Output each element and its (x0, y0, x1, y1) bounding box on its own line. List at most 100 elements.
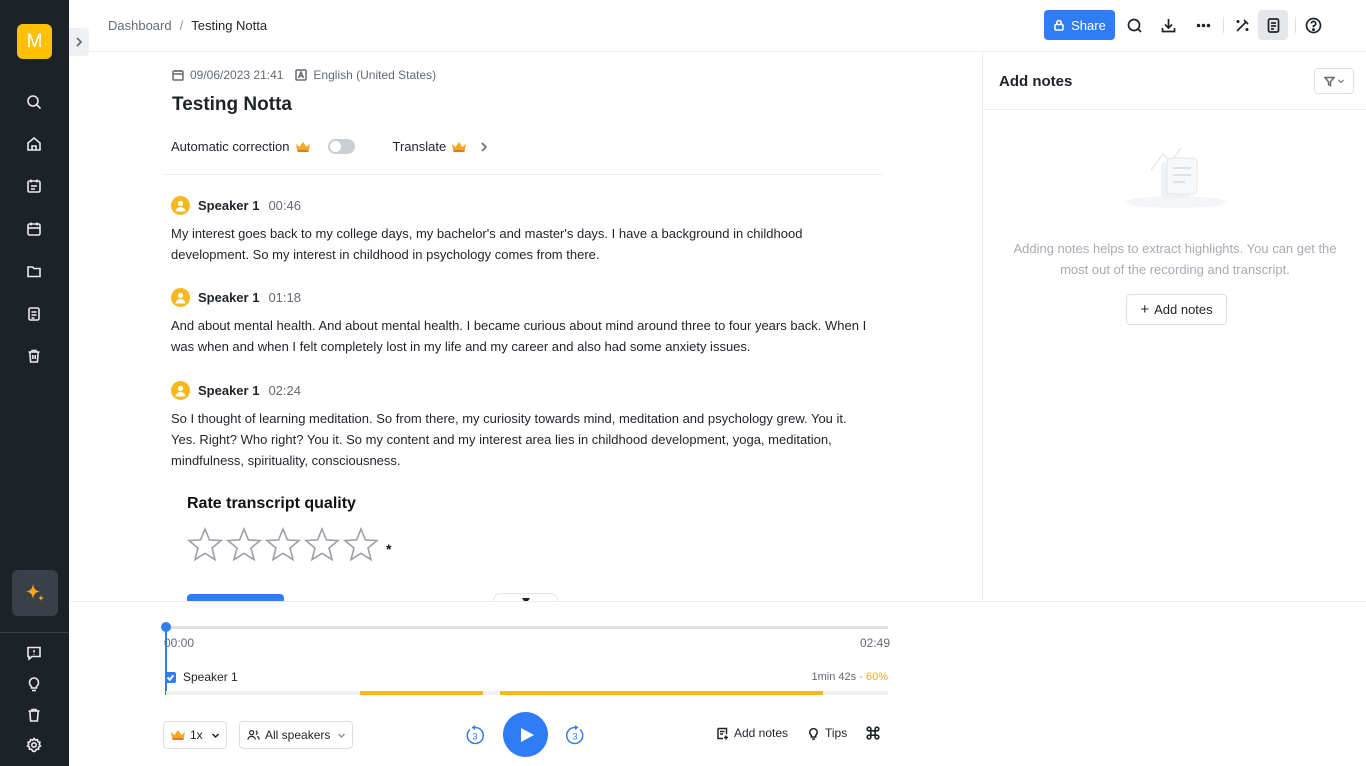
header-divider (1223, 17, 1224, 33)
crown-icon (295, 141, 310, 152)
lock-icon (1054, 19, 1064, 31)
page-title[interactable]: Testing Notta (172, 94, 292, 116)
transcript-segment[interactable]: Speaker 1 02:24 So I thought of learning… (171, 380, 871, 471)
speaker-name[interactable]: Speaker 1 (198, 198, 259, 213)
speaker-avatar (171, 195, 190, 215)
speaker-segment[interactable] (360, 691, 483, 695)
crown-icon (171, 730, 185, 740)
plus-icon: + (1140, 301, 1150, 318)
star-icon[interactable] (342, 526, 380, 566)
notes-header: Add notes (983, 52, 1366, 110)
notes-filter-button[interactable] (1314, 68, 1354, 94)
total-time: 02:49 (860, 636, 891, 650)
player-add-notes-button[interactable]: Add notes (716, 726, 788, 740)
trash-icon[interactable] (24, 346, 44, 366)
star-icon[interactable] (186, 526, 224, 566)
transcript-segment[interactable]: Speaker 1 01:18 And about mental health.… (171, 287, 871, 357)
document-icon[interactable] (24, 304, 44, 324)
speaker-stat: 1min 42s · 60% (812, 671, 888, 683)
calendar-icon[interactable] (24, 219, 44, 239)
segment-time[interactable]: 00:46 (268, 198, 301, 213)
speaker-filter-select[interactable]: All speakers (239, 721, 353, 749)
rating-stars: * (186, 526, 391, 566)
speaker-track[interactable] (166, 691, 888, 695)
speaker-percent: 60% (865, 671, 888, 683)
speaker-name[interactable]: Speaker 1 (198, 290, 259, 305)
breadcrumb-dashboard[interactable]: Dashboard (108, 18, 172, 33)
add-notes-button[interactable]: + Add notes (1126, 294, 1227, 325)
top-header: Dashboard / Testing Notta Share (69, 0, 1366, 52)
add-note-icon (717, 727, 728, 739)
more-icon[interactable] (1192, 14, 1214, 36)
share-label: Share (1071, 17, 1106, 33)
magic-icon[interactable] (1231, 14, 1253, 36)
notes-illustration (1126, 147, 1226, 208)
breadcrumb-separator: / (179, 18, 184, 33)
download-icon[interactable] (1157, 14, 1179, 36)
transcript-date: 09/06/2023 21:41 (190, 68, 284, 82)
speed-value: 1x (190, 728, 203, 742)
auto-correction-label: Automatic correction (171, 139, 290, 154)
segment-text[interactable]: So I thought of learning meditation. So … (171, 408, 871, 471)
trash-icon[interactable] (24, 705, 44, 725)
forward-icon: 3 (566, 725, 584, 745)
star-icon[interactable] (264, 526, 302, 566)
speaker-checkbox[interactable] (165, 671, 176, 683)
breadcrumb-current: Testing Notta (191, 18, 268, 33)
search-icon[interactable] (24, 92, 44, 112)
command-icon (866, 726, 880, 740)
forward-button[interactable]: 3 (564, 724, 586, 746)
transcript-language[interactable]: English (United States) (313, 68, 436, 82)
current-time: 00:00 (164, 636, 195, 650)
segment-text[interactable]: My interest goes back to my college days… (171, 223, 871, 265)
forward-seconds: 3 (572, 732, 577, 742)
bulb-icon[interactable] (24, 674, 44, 694)
feedback-icon[interactable] (24, 643, 44, 663)
speaker-segment[interactable] (500, 691, 823, 695)
chevron-right-icon[interactable] (479, 141, 489, 152)
sidebar: M (0, 0, 69, 766)
playback-speed-select[interactable]: 1x (163, 721, 227, 749)
speaker-separator: · (859, 671, 863, 683)
segment-time[interactable]: 01:18 (268, 290, 301, 305)
ai-assistant-button[interactable] (12, 570, 58, 616)
home-icon[interactable] (24, 134, 44, 154)
search-icon[interactable] (1123, 14, 1145, 36)
rewind-icon: 3 (466, 725, 484, 745)
speaker-name[interactable]: Speaker 1 (198, 383, 259, 398)
rewind-button[interactable]: 3 (464, 724, 486, 746)
segment-time[interactable]: 02:24 (268, 383, 301, 398)
star-icon[interactable] (225, 526, 263, 566)
speaker-filter-value: All speakers (265, 728, 331, 742)
bulb-icon (809, 727, 818, 740)
filter-icon (1323, 76, 1335, 87)
auto-correction-toggle[interactable] (327, 139, 355, 154)
speaker-avatar (171, 287, 190, 307)
segment-text[interactable]: And about mental health. And about menta… (171, 315, 871, 357)
audio-player: 00:00 02:49 Speaker 1 1min 42s · 60% 1x … (69, 601, 1366, 766)
translate-label[interactable]: Translate (393, 139, 447, 154)
transcribe-icon[interactable] (24, 176, 44, 196)
progress-knob[interactable] (161, 622, 171, 632)
speaker-avatar (171, 380, 190, 400)
crown-icon (452, 141, 467, 152)
player-add-notes-label: Add notes (734, 726, 789, 740)
share-button[interactable]: Share (1044, 10, 1115, 40)
star-icon[interactable] (303, 526, 341, 566)
add-notes-label: Add notes (1154, 302, 1213, 317)
divider (163, 174, 883, 175)
transcript-segment[interactable]: Speaker 1 00:46 My interest goes back to… (171, 195, 871, 265)
avatar[interactable]: M (17, 24, 52, 59)
notes-title: Add notes (999, 73, 1073, 90)
notes-empty-text: Adding notes helps to extract highlights… (1013, 241, 1337, 277)
help-icon[interactable] (1302, 14, 1324, 36)
folder-icon[interactable] (24, 261, 44, 281)
settings-icon[interactable] (24, 735, 44, 755)
play-button[interactable] (503, 712, 548, 757)
breadcrumb: Dashboard / Testing Notta (108, 18, 267, 33)
language-icon (295, 69, 308, 81)
shortcuts-button[interactable] (866, 726, 880, 740)
notes-icon[interactable] (1258, 10, 1288, 40)
progress-track[interactable] (166, 626, 888, 629)
tips-button[interactable]: Tips (807, 726, 847, 740)
